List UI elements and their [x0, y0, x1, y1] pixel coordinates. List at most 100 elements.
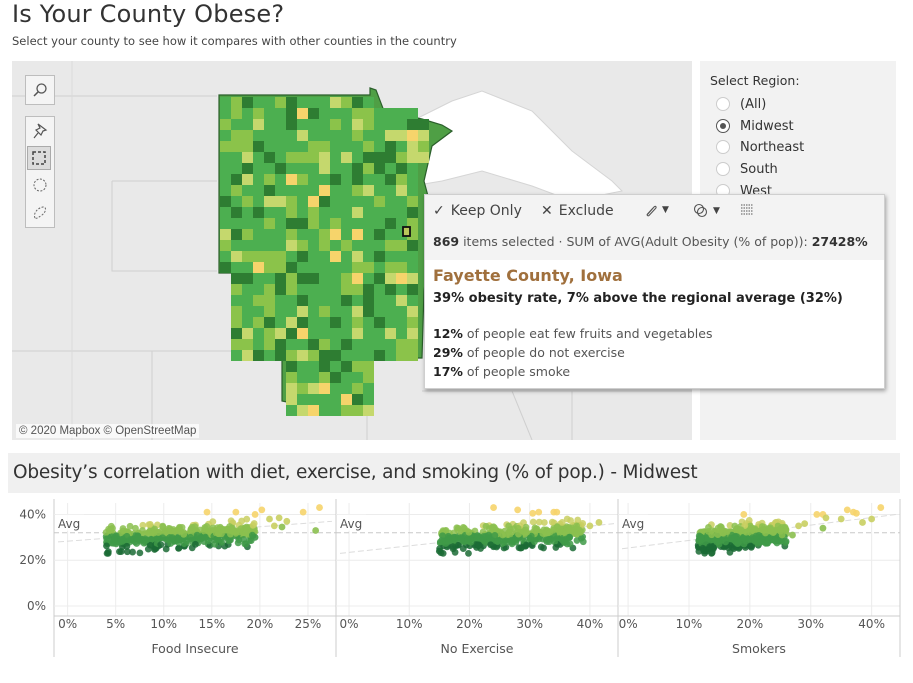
county-cell[interactable] — [341, 383, 352, 394]
county-cell[interactable] — [396, 306, 407, 317]
county-cell[interactable] — [374, 185, 385, 196]
county-cell[interactable] — [231, 196, 242, 207]
county-cell[interactable] — [253, 273, 264, 284]
county-cell[interactable] — [374, 306, 385, 317]
county-cell[interactable] — [407, 119, 418, 130]
county-cell[interactable] — [253, 141, 264, 152]
county-cell[interactable] — [308, 218, 319, 229]
county-cell[interactable] — [242, 240, 253, 251]
county-point[interactable] — [299, 508, 307, 516]
county-cell[interactable] — [363, 295, 374, 306]
county-cell[interactable] — [363, 339, 374, 350]
county-cell[interactable] — [341, 361, 352, 372]
county-cell[interactable] — [330, 394, 341, 405]
county-cell[interactable] — [341, 97, 352, 108]
county-cell[interactable] — [286, 273, 297, 284]
county-cell[interactable] — [264, 119, 275, 130]
county-point[interactable] — [853, 509, 860, 517]
county-cell[interactable] — [275, 174, 286, 185]
county-cell[interactable] — [220, 229, 231, 240]
county-cell[interactable] — [407, 328, 418, 339]
county-cell[interactable] — [385, 174, 396, 185]
county-cell[interactable] — [297, 317, 308, 328]
county-cell[interactable] — [330, 196, 341, 207]
county-cell[interactable] — [253, 163, 264, 174]
county-cell[interactable] — [286, 185, 297, 196]
county-point[interactable] — [747, 543, 755, 551]
county-cell[interactable] — [374, 207, 385, 218]
county-cell[interactable] — [220, 218, 231, 229]
county-cell[interactable] — [297, 97, 308, 108]
county-cell[interactable] — [319, 218, 330, 229]
county-cell[interactable] — [352, 130, 363, 141]
county-point[interactable] — [435, 547, 443, 555]
selected-county-fayette[interactable] — [402, 226, 411, 237]
county-point[interactable] — [283, 517, 291, 525]
county-cell[interactable] — [286, 405, 297, 416]
county-cell[interactable] — [385, 196, 396, 207]
county-cell[interactable] — [363, 240, 374, 251]
county-cell[interactable] — [341, 251, 352, 262]
county-point[interactable] — [171, 527, 179, 535]
lasso-select-button[interactable] — [26, 199, 54, 227]
county-cell[interactable] — [319, 174, 330, 185]
county-point[interactable] — [105, 527, 113, 535]
county-cell[interactable] — [264, 130, 275, 141]
radial-select-button[interactable] — [26, 171, 54, 199]
county-cell[interactable] — [319, 339, 330, 350]
county-cell[interactable] — [385, 328, 396, 339]
county-cell[interactable] — [407, 339, 418, 350]
county-cell[interactable] — [308, 383, 319, 394]
county-point[interactable] — [485, 531, 493, 539]
county-point[interactable] — [819, 524, 827, 532]
county-cell[interactable] — [264, 108, 275, 119]
county-cell[interactable] — [297, 262, 308, 273]
county-point[interactable] — [752, 532, 760, 540]
county-cell[interactable] — [275, 273, 286, 284]
county-cell[interactable] — [286, 196, 297, 207]
county-cell[interactable] — [264, 218, 275, 229]
county-cell[interactable] — [363, 108, 374, 119]
county-cell[interactable] — [231, 163, 242, 174]
county-point[interactable] — [552, 544, 560, 551]
county-cell[interactable] — [242, 97, 253, 108]
county-cell[interactable] — [330, 207, 341, 218]
county-point[interactable] — [877, 504, 885, 511]
county-cell[interactable] — [308, 328, 319, 339]
county-point[interactable] — [837, 515, 845, 523]
county-cell[interactable] — [286, 174, 297, 185]
county-point[interactable] — [565, 526, 573, 534]
county-cell[interactable] — [319, 229, 330, 240]
county-point[interactable] — [734, 539, 742, 547]
county-cell[interactable] — [275, 350, 286, 361]
county-cell[interactable] — [407, 350, 418, 361]
county-cell[interactable] — [253, 229, 264, 240]
county-cell[interactable] — [330, 295, 341, 306]
county-cell[interactable] — [363, 273, 374, 284]
county-cell[interactable] — [363, 207, 374, 218]
county-cell[interactable] — [385, 130, 396, 141]
county-cell[interactable] — [341, 295, 352, 306]
county-cell[interactable] — [352, 97, 363, 108]
county-point[interactable] — [789, 531, 796, 539]
county-cell[interactable] — [341, 174, 352, 185]
county-cell[interactable] — [308, 405, 319, 416]
county-point[interactable] — [142, 536, 150, 544]
county-cell[interactable] — [253, 284, 264, 295]
county-cell[interactable] — [220, 163, 231, 174]
county-cell[interactable] — [319, 97, 330, 108]
county-cell[interactable] — [341, 108, 352, 119]
county-cell[interactable] — [242, 229, 253, 240]
county-cell[interactable] — [352, 361, 363, 372]
county-cell[interactable] — [264, 284, 275, 295]
county-cell[interactable] — [253, 174, 264, 185]
county-cell[interactable] — [231, 174, 242, 185]
county-cell[interactable] — [330, 141, 341, 152]
county-cell[interactable] — [319, 273, 330, 284]
county-cell[interactable] — [231, 295, 242, 306]
county-point[interactable] — [180, 530, 188, 538]
county-cell[interactable] — [363, 163, 374, 174]
map-attribution[interactable]: © 2020 Mapbox © OpenStreetMap — [16, 424, 200, 438]
county-cell[interactable] — [242, 295, 253, 306]
county-point[interactable] — [165, 524, 173, 532]
